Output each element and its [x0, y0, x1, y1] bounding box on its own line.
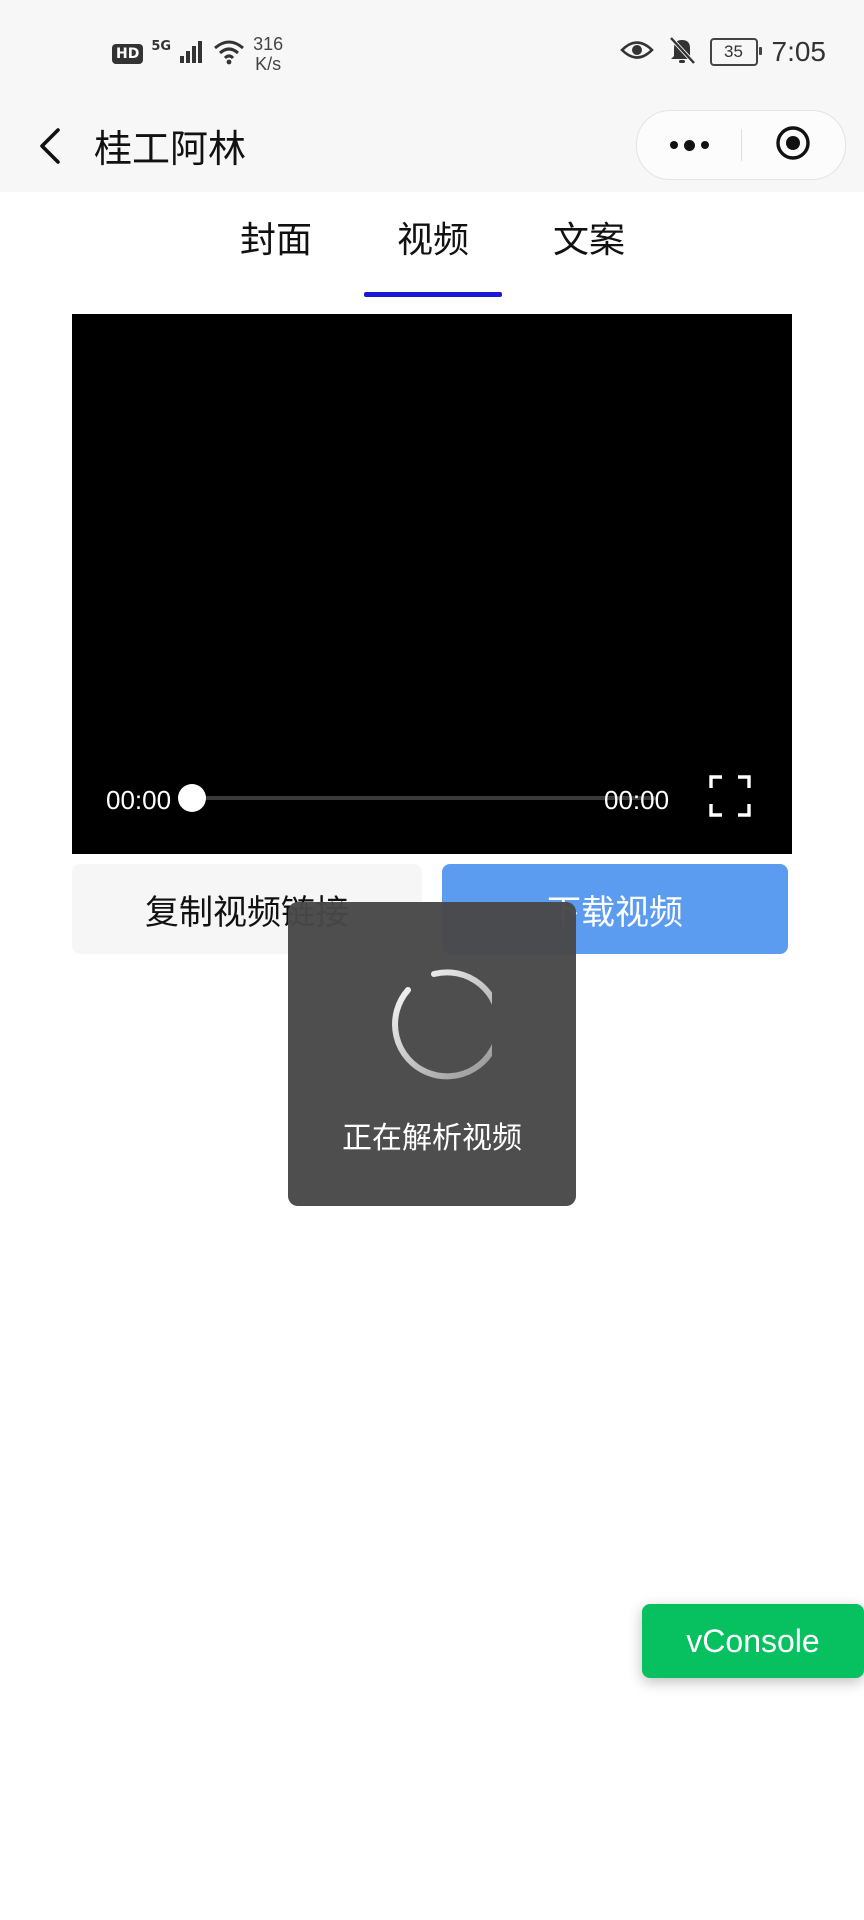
close-mini-program-button[interactable] [741, 111, 845, 179]
tab-video[interactable]: 视频 [363, 216, 503, 266]
more-dots-icon [669, 141, 678, 149]
navigation-bar: 桂工阿林 [0, 106, 864, 192]
progress-track[interactable] [192, 796, 656, 800]
fullscreen-button[interactable] [708, 774, 752, 818]
clock: 7:05 [771, 36, 827, 67]
current-time: 00:00 [106, 785, 172, 815]
mute-bell-icon [668, 35, 696, 69]
more-dot-right [700, 141, 709, 149]
more-dot-center [683, 139, 695, 151]
status-bar: HD 5G 316 K/s 35 7:05 [0, 0, 864, 106]
tab-cover[interactable]: 封面 [206, 216, 346, 266]
back-button[interactable] [30, 120, 70, 176]
eye-icon [619, 39, 654, 65]
duration-time: 00:00 [604, 785, 670, 815]
mini-program-capsule [636, 110, 846, 180]
tab-copywriting[interactable]: 文案 [519, 216, 659, 266]
status-right-group: 35 7:05 [619, 30, 827, 74]
vconsole-button[interactable]: vConsole [642, 1604, 864, 1678]
target-close-icon [774, 124, 812, 166]
signal-icon [179, 40, 205, 68]
back-arrow-icon [38, 127, 62, 169]
network-speed: 316 K/s [253, 34, 283, 74]
page-title: 桂工阿林 [94, 127, 247, 171]
hd-badge: HD [112, 44, 144, 64]
speed-value: 316 [253, 34, 284, 54]
network-type-label: 5G [151, 38, 172, 54]
wifi-icon [213, 39, 245, 69]
loading-spinner-icon [372, 966, 503, 1090]
fullscreen-icon [708, 775, 752, 822]
video-player[interactable]: 00:00 00:00 [72, 314, 792, 854]
toast-message: 正在解析视频 [342, 1121, 522, 1156]
battery-icon: 35 [709, 38, 762, 66]
active-tab-indicator [364, 292, 502, 297]
battery-level: 35 [724, 42, 743, 61]
speed-unit: K/s [255, 54, 282, 74]
tab-bar: 封面 视频 文案 [0, 192, 864, 297]
progress-thumb[interactable] [178, 784, 206, 812]
more-button[interactable] [637, 111, 741, 179]
loading-toast: 正在解析视频 [288, 902, 576, 1206]
status-left-group: HD 5G 316 K/s [112, 34, 283, 74]
